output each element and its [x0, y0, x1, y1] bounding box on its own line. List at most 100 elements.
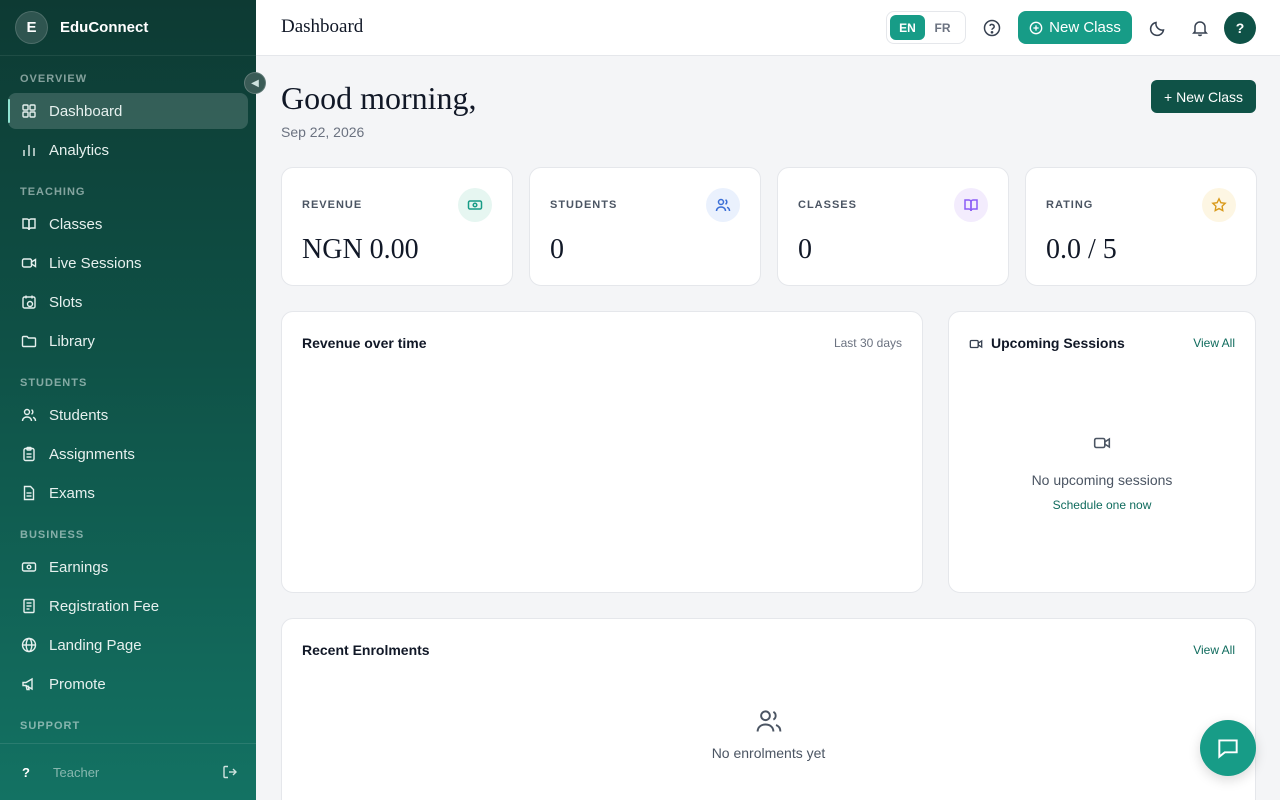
logout-icon[interactable]	[222, 764, 238, 780]
page-title: Dashboard	[281, 16, 364, 37]
enrolments-empty-state: No enrolments yet	[282, 707, 1255, 761]
sidebar-item-live-sessions[interactable]: Live Sessions	[8, 245, 248, 281]
section-label-overview: OVERVIEW	[20, 73, 88, 85]
sidebar-item-label: Dashboard	[49, 102, 123, 120]
schedule-session-link[interactable]: Schedule one now	[949, 498, 1255, 512]
collapse-sidebar-button[interactable]: ◀	[244, 72, 266, 94]
stat-value: 0	[550, 234, 564, 265]
help-circle-icon[interactable]	[982, 18, 1002, 38]
sidebar-item-label: Analytics	[49, 141, 110, 159]
star-icon	[1202, 188, 1236, 222]
sidebar-item-students[interactable]: Students	[8, 397, 248, 433]
brand-name: EduConnect	[60, 19, 149, 36]
sidebar-footer: ? Teacher	[0, 743, 256, 800]
upcoming-sessions-panel: Upcoming Sessions View All No upcoming s…	[948, 311, 1256, 593]
video-icon	[949, 434, 1255, 452]
panel-title: Revenue over time	[302, 335, 427, 351]
stat-card-revenue: REVENUE NGN 0.00	[281, 167, 513, 286]
chat-icon	[1218, 739, 1238, 759]
stat-value: NGN 0.00	[302, 234, 419, 265]
sidebar-item-assignments[interactable]: Assignments	[8, 436, 248, 472]
view-all-sessions-link[interactable]: View All	[1193, 336, 1235, 350]
new-class-button[interactable]: + New Class	[1151, 80, 1256, 113]
sidebar-item-library[interactable]: Library	[8, 323, 248, 359]
sidebar-item-label: Earnings	[49, 558, 109, 576]
stat-card-rating: RATING 0.0 / 5	[1025, 167, 1257, 286]
sidebar-item-label: Registration Fee	[49, 597, 160, 615]
bell-icon[interactable]	[1190, 18, 1210, 38]
sidebar-item-label: Students	[49, 406, 109, 424]
stat-value: 0.0 / 5	[1046, 234, 1117, 265]
receipt-icon	[21, 598, 37, 614]
clipboard-icon	[21, 446, 37, 462]
revenue-over-time-panel: Revenue over time Last 30 days	[281, 311, 923, 593]
calendar-clock-icon	[21, 294, 37, 310]
sidebar-item-exams[interactable]: Exams	[8, 475, 248, 511]
panel-title: Upcoming Sessions	[991, 335, 1125, 351]
sidebar-item-dashboard[interactable]: Dashboard	[8, 93, 248, 129]
video-icon	[21, 255, 37, 271]
banknote-icon	[21, 559, 37, 575]
sidebar-item-promote[interactable]: Promote	[8, 666, 248, 702]
sidebar-item-earnings[interactable]: Earnings	[8, 549, 248, 585]
stat-card-classes: CLASSES 0	[777, 167, 1009, 286]
stat-label: CLASSES	[798, 199, 857, 211]
stat-label: REVENUE	[302, 199, 363, 211]
sidebar-item-slots[interactable]: Slots	[8, 284, 248, 320]
banknote-icon	[458, 188, 492, 222]
sidebar-item-registration-fee[interactable]: Registration Fee	[8, 588, 248, 624]
stat-card-students: STUDENTS 0	[529, 167, 761, 286]
current-date: Sep 22, 2026	[281, 124, 365, 140]
sessions-empty-state: No upcoming sessions Schedule one now	[949, 434, 1255, 512]
new-class-header-button[interactable]: New Class	[1018, 11, 1132, 44]
view-all-enrolments-link[interactable]: View All	[1193, 643, 1235, 657]
panel-title: Recent Enrolments	[302, 642, 430, 658]
empty-state-text: No upcoming sessions	[1031, 472, 1173, 488]
sidebar-item-classes[interactable]: Classes	[8, 206, 248, 242]
document-icon	[21, 485, 37, 501]
section-label-business: BUSINESS	[20, 529, 85, 541]
video-icon	[969, 337, 983, 351]
book-open-icon	[21, 216, 37, 232]
sidebar-item-label: Library	[49, 332, 95, 350]
bar-chart-icon	[21, 142, 37, 158]
chat-button[interactable]	[1200, 720, 1256, 776]
sidebar: E EduConnect ◀ OVERVIEW Dashboard Analyt…	[0, 0, 266, 800]
sidebar-item-label: Exams	[49, 484, 95, 502]
stat-label: STUDENTS	[550, 199, 618, 211]
new-class-label: New Class	[1049, 19, 1121, 36]
help-icon[interactable]: ?	[22, 765, 36, 780]
sidebar-item-label: Assignments	[49, 445, 135, 463]
stat-label: RATING	[1046, 199, 1094, 211]
users-icon	[21, 407, 37, 423]
sidebar-item-label: Live Sessions	[49, 254, 142, 272]
sidebar-item-label: Landing Page	[49, 636, 142, 654]
section-label-teaching: TEACHING	[20, 186, 86, 198]
megaphone-icon	[21, 676, 37, 692]
stat-value: 0	[798, 234, 812, 265]
plus-circle-icon	[1029, 21, 1043, 34]
section-label-students: STUDENTS	[20, 377, 88, 389]
language-toggle[interactable]: EN FR	[886, 11, 966, 44]
recent-enrolments-panel: Recent Enrolments View All No enrolments…	[281, 618, 1256, 800]
sidebar-item-label: Promote	[49, 675, 106, 693]
folder-icon	[21, 333, 37, 349]
sidebar-item-label: Classes	[49, 215, 103, 233]
moon-icon[interactable]	[1148, 18, 1168, 38]
empty-state-text: No enrolments yet	[711, 745, 826, 761]
greeting: Good morning,	[281, 80, 477, 116]
top-header: Dashboard EN FR New Class ?	[256, 0, 1280, 56]
section-label-support: SUPPORT	[20, 720, 81, 732]
lang-fr-button[interactable]: FR	[925, 15, 960, 40]
date-range-label: Last 30 days	[833, 336, 902, 350]
chevron-left-icon: ◀	[251, 77, 259, 89]
globe-icon	[21, 637, 37, 653]
book-open-icon	[954, 188, 988, 222]
sidebar-item-analytics[interactable]: Analytics	[8, 132, 248, 168]
lang-en-button[interactable]: EN	[890, 15, 925, 40]
grid-icon	[21, 103, 37, 119]
user-avatar[interactable]: ?	[1224, 12, 1256, 44]
sidebar-item-landing-page[interactable]: Landing Page	[8, 627, 248, 663]
users-icon	[706, 188, 740, 222]
brand[interactable]: E EduConnect	[0, 0, 256, 56]
